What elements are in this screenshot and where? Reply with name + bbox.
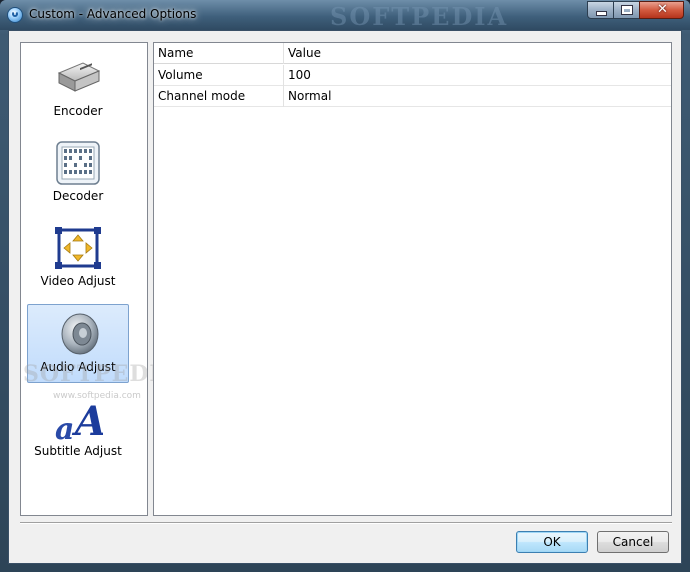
subtitle-text-icon: A a — [55, 398, 103, 441]
dialog-window: Custom - Advanced Options SOFTPEDIA ✕ En… — [0, 0, 690, 572]
property-name: Volume — [154, 65, 284, 86]
minimize-button[interactable] — [587, 1, 614, 19]
divider — [20, 522, 672, 524]
property-value[interactable]: Normal — [284, 86, 671, 107]
maximize-button[interactable] — [613, 1, 640, 19]
grid-header: Name Value — [154, 43, 671, 64]
column-header-value[interactable]: Value — [284, 43, 671, 64]
sidebar-item-label: Encoder — [53, 104, 103, 118]
app-icon[interactable] — [7, 7, 23, 23]
svg-text:a: a — [55, 412, 74, 441]
encoder-drive-icon — [57, 62, 101, 92]
svg-text:A: A — [71, 398, 103, 441]
sidebar-item-label: Subtitle Adjust — [34, 444, 122, 458]
category-sidebar: Encoder Decoder Video Adjust Audio Adjus… — [20, 42, 178, 516]
sidebar-item-label: Decoder — [52, 189, 104, 203]
close-button[interactable]: ✕ — [639, 1, 684, 19]
watermark-text: SOFTPEDIA — [330, 2, 509, 31]
caption-buttons: ✕ — [587, 1, 684, 19]
video-adjust-frame-icon — [55, 227, 101, 269]
decoder-film-icon — [56, 141, 100, 185]
window-title: Custom - Advanced Options — [29, 7, 197, 21]
column-header-name[interactable]: Name — [154, 43, 284, 64]
dialog-client-area: Encoder Decoder Video Adjust Audio Adjus… — [8, 30, 682, 564]
watermark-url: www.softpedia.com — [53, 391, 141, 401]
property-name: Channel mode — [154, 86, 284, 107]
minimize-icon — [597, 12, 606, 15]
ok-button[interactable]: OK — [516, 531, 588, 553]
speaker-icon — [61, 313, 99, 355]
sidebar-item-encoder[interactable]: Encoder — [27, 49, 129, 128]
title-bar[interactable]: Custom - Advanced Options SOFTPEDIA ✕ — [0, 0, 690, 31]
grid-row[interactable]: Volume 100 — [154, 65, 671, 86]
maximize-icon — [621, 5, 633, 15]
sidebar-item-decoder[interactable]: Decoder — [27, 134, 129, 213]
property-grid[interactable]: Name Value Volume 100 Channel mode Norma… — [153, 42, 672, 516]
property-value[interactable]: 100 — [284, 65, 671, 86]
sidebar-item-video-adjust[interactable]: Video Adjust — [27, 219, 129, 298]
sidebar-item-label: Video Adjust — [40, 274, 116, 288]
cancel-button[interactable]: Cancel — [597, 531, 669, 553]
grid-row[interactable]: Channel mode Normal — [154, 86, 671, 107]
close-icon: ✕ — [657, 2, 668, 17]
